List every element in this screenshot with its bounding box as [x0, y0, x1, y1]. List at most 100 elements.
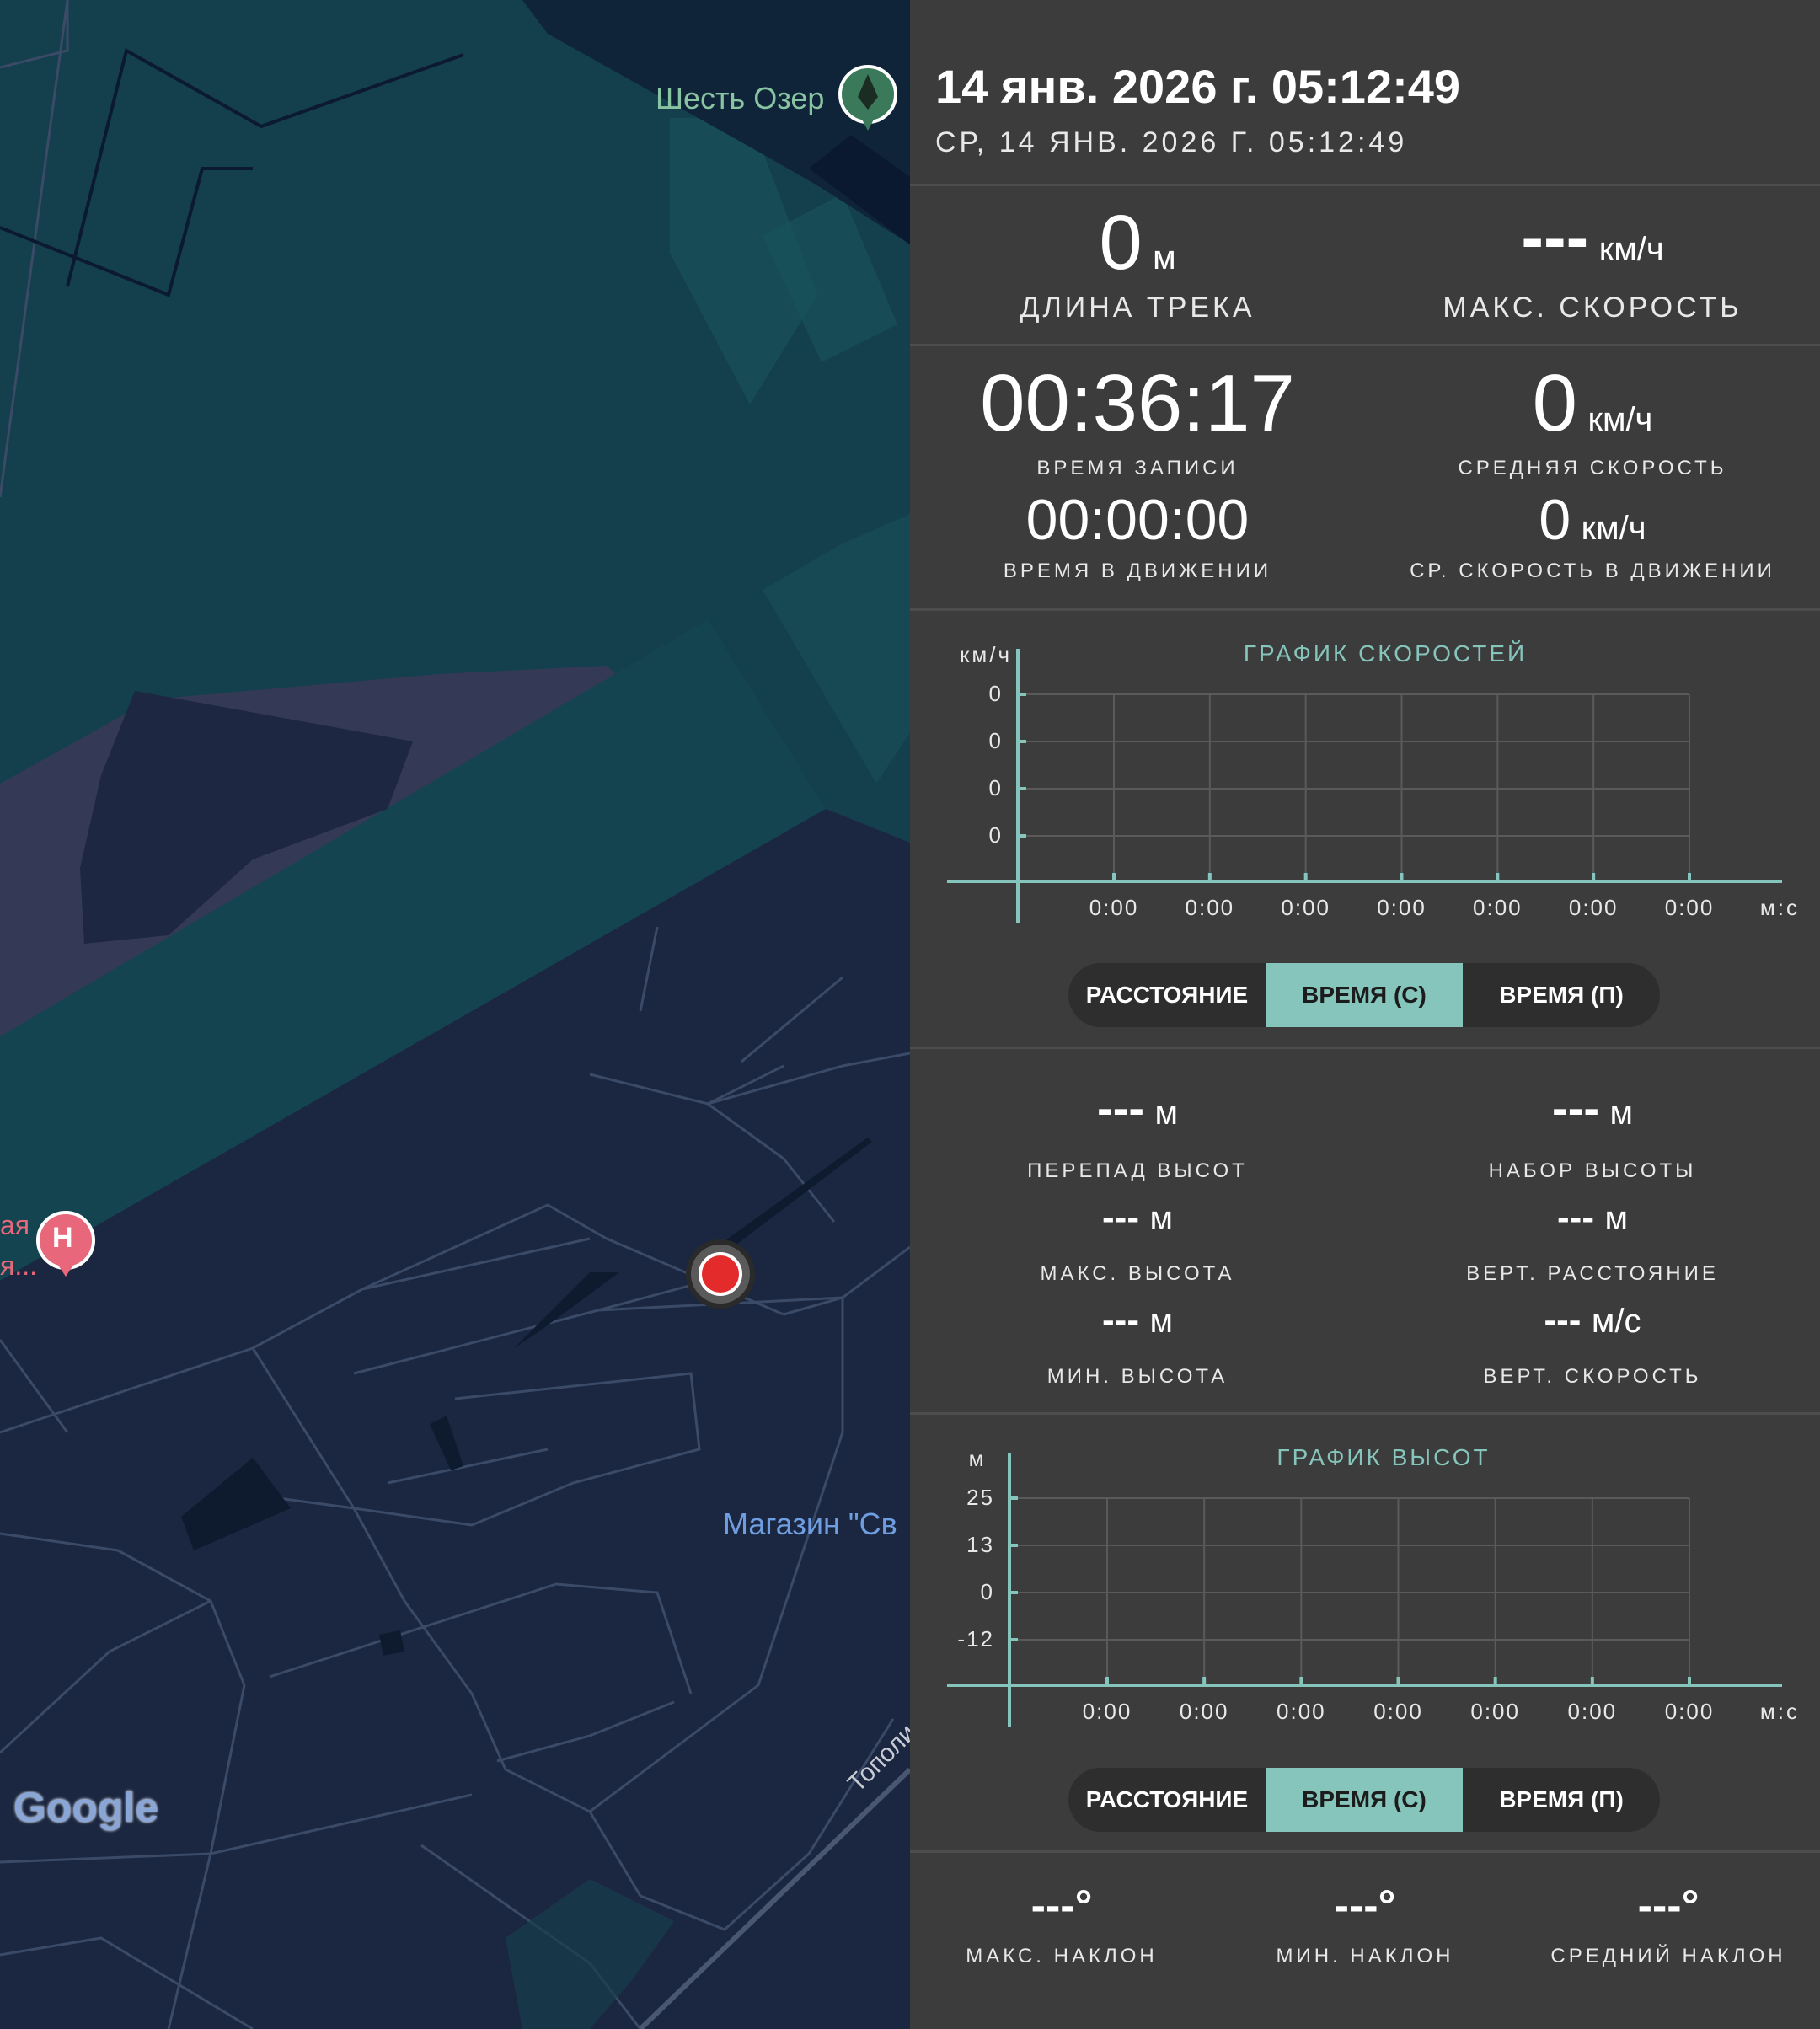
y-axis-unit: м — [969, 1446, 987, 1471]
slope-max-label: МАКС. НАКЛОН — [966, 1945, 1158, 1967]
x-axis-unit: м:с — [1760, 895, 1800, 920]
avg-speed-unit: км/ч — [1587, 401, 1653, 438]
moving-time-label: ВРЕМЯ В ДВИЖЕНИИ — [1003, 559, 1272, 582]
toggle-time-p-button[interactable]: ВРЕМЯ (П) — [1463, 1768, 1660, 1832]
poi-left-label-top[interactable]: ая — [0, 1210, 29, 1241]
y-axis-unit: км/ч — [960, 642, 1012, 667]
alt-min-value: --- — [1102, 1299, 1139, 1341]
x-tick-label: 0:00 — [1180, 1699, 1229, 1724]
x-tick-label: 0:00 — [1083, 1699, 1132, 1724]
alt-max-block: --- м — [910, 1197, 1365, 1239]
map-view[interactable]: Шесть Озер H ая я... Магазин "Св Тополи … — [0, 0, 910, 2029]
max-speed-unit: км/ч — [1598, 231, 1664, 268]
x-tick-label: 0:00 — [1470, 1699, 1520, 1724]
x-tick-label: 0:00 — [1089, 895, 1139, 920]
divider — [910, 184, 1820, 186]
avg-speed-label: СРЕДНЯЯ СКОРОСТЬ — [1458, 457, 1727, 479]
vert-dist-block: --- м — [1365, 1197, 1820, 1239]
x-axis-unit: м:с — [1760, 1699, 1800, 1724]
toggle-time-c-button[interactable]: ВРЕМЯ (С) — [1266, 963, 1463, 1027]
alt-min-block: --- м — [910, 1299, 1365, 1341]
alt-gain-unit: м — [1609, 1095, 1633, 1132]
poi-six-lakes-label[interactable]: Шесть Озер — [656, 81, 824, 116]
vert-dist-unit: м — [1604, 1200, 1628, 1237]
y-tick-label: 0 — [989, 728, 1003, 753]
alt-drop-unit: м — [1154, 1095, 1178, 1132]
slope-min-value: ---° — [1334, 1882, 1396, 1930]
divider — [910, 1047, 1820, 1049]
track-length-unit: м — [1153, 239, 1176, 276]
map-canvas[interactable] — [0, 0, 910, 2029]
hospital-letter: H — [52, 1222, 73, 1254]
slope-max-value: ---° — [1030, 1882, 1093, 1930]
toggle-time-c-button[interactable]: ВРЕМЯ (С) — [1266, 1768, 1463, 1832]
x-tick-label: 0:00 — [1377, 895, 1427, 920]
alt-max-value: --- — [1102, 1197, 1139, 1238]
speed-chart[interactable]: 0 0 0 0 0:00 0:00 0:00 0:00 0:00 0:00 0:00 км/ч м:с — [910, 624, 1820, 935]
alt-max-unit: м — [1149, 1200, 1173, 1237]
max-speed-value: --- — [1521, 200, 1589, 275]
y-tick-label: 0 — [989, 681, 1003, 706]
max-speed-label: МАКС. СКОРОСТЬ — [1443, 292, 1742, 324]
avg-moving-speed-unit: км/ч — [1581, 510, 1646, 547]
x-tick-label: 0:00 — [1665, 1699, 1715, 1724]
alt-drop-label: ПЕРЕПАД ВЫСОТ — [1027, 1159, 1248, 1182]
y-tick-label: -12 — [957, 1626, 994, 1652]
vert-dist-label: ВЕРТ. РАССТОЯНИЕ — [1466, 1262, 1719, 1285]
y-tick-label: 0 — [989, 822, 1003, 848]
alt-max-label: МАКС. ВЫСОТА — [1040, 1262, 1235, 1285]
avg-moving-speed-block: 0 км/ч — [1365, 487, 1820, 553]
vert-speed-label: ВЕРТ. СКОРОСТЬ — [1483, 1365, 1702, 1388]
poi-left-label-bottom[interactable]: я... — [0, 1250, 37, 1282]
y-tick-label: 0 — [989, 775, 1003, 800]
alt-gain-label: НАБОР ВЫСОТЫ — [1488, 1159, 1697, 1182]
alt-drop-block: --- м — [910, 1080, 1365, 1135]
avg-speed-block: 0 км/ч — [1365, 357, 1820, 450]
altitude-chart[interactable]: 25 13 0 -12 0:00 0:00 0:00 0:00 0:00 0:00 0:00 м м:с — [910, 1427, 1820, 1739]
x-tick-label: 0:00 — [1277, 1699, 1326, 1724]
x-tick-label: 0:00 — [1186, 895, 1235, 920]
vert-speed-block: --- м/с — [1365, 1299, 1820, 1341]
track-length-block: 0 м — [910, 199, 1365, 287]
y-tick-label: 0 — [981, 1579, 994, 1604]
vert-dist-value: --- — [1557, 1197, 1594, 1238]
toggle-time-p-button[interactable]: ВРЕМЯ (П) — [1463, 963, 1660, 1027]
x-tick-label: 0:00 — [1568, 1699, 1618, 1724]
page-subtitle: СР, 14 ЯНВ. 2026 Г. 05:12:49 — [935, 126, 1408, 158]
alt-drop-value: --- — [1097, 1081, 1144, 1134]
x-tick-label: 0:00 — [1281, 895, 1330, 920]
track-length-value: 0 — [1099, 200, 1143, 286]
divider — [910, 1412, 1820, 1415]
toggle-distance-button[interactable]: РАССТОЯНИЕ — [1068, 963, 1266, 1027]
alt-min-label: МИН. ВЫСОТА — [1046, 1365, 1228, 1388]
divider — [910, 344, 1820, 346]
page-title: 14 янв. 2026 г. 05:12:49 — [935, 60, 1461, 113]
alt-gain-block: --- м — [1365, 1080, 1820, 1135]
toggle-distance-button[interactable]: РАССТОЯНИЕ — [1068, 1768, 1266, 1832]
altitude-chart-axis-toggle[interactable]: РАССТОЯНИЕ ВРЕМЯ (С) ВРЕМЯ (П) — [1068, 1768, 1660, 1832]
x-tick-label: 0:00 — [1665, 895, 1715, 920]
y-tick-label: 25 — [966, 1485, 994, 1510]
google-logo: Google — [13, 1784, 159, 1831]
alt-min-unit: м — [1149, 1303, 1173, 1340]
record-time-value: 00:36:17 — [980, 358, 1295, 448]
alt-gain-value: --- — [1552, 1081, 1599, 1134]
poi-shop-label[interactable]: Магазин "Св — [723, 1507, 897, 1542]
stats-panel: 14 янв. 2026 г. 05:12:49 СР, 14 ЯНВ. 202… — [910, 0, 1820, 2029]
divider — [910, 1850, 1820, 1853]
y-tick-label: 13 — [966, 1532, 994, 1557]
avg-moving-speed-value: 0 — [1539, 488, 1571, 552]
speed-chart-axis-toggle[interactable]: РАССТОЯНИЕ ВРЕМЯ (С) ВРЕМЯ (П) — [1068, 963, 1660, 1027]
divider — [910, 608, 1820, 611]
slope-avg-value: ---° — [1637, 1882, 1700, 1930]
x-tick-label: 0:00 — [1569, 895, 1619, 920]
vert-speed-value: --- — [1544, 1299, 1582, 1341]
x-tick-label: 0:00 — [1373, 1699, 1423, 1724]
slope-avg-label: СРЕДНИЙ НАКЛОН — [1550, 1945, 1786, 1967]
vert-speed-unit: м/с — [1591, 1303, 1641, 1340]
x-tick-label: 0:00 — [1473, 895, 1523, 920]
record-position-icon — [686, 1239, 755, 1309]
track-length-label: ДЛИНА ТРЕКА — [1020, 292, 1255, 324]
record-time-label: ВРЕМЯ ЗАПИСИ — [1036, 457, 1239, 479]
avg-moving-speed-label: СР. СКОРОСТЬ В ДВИЖЕНИИ — [1410, 559, 1775, 582]
